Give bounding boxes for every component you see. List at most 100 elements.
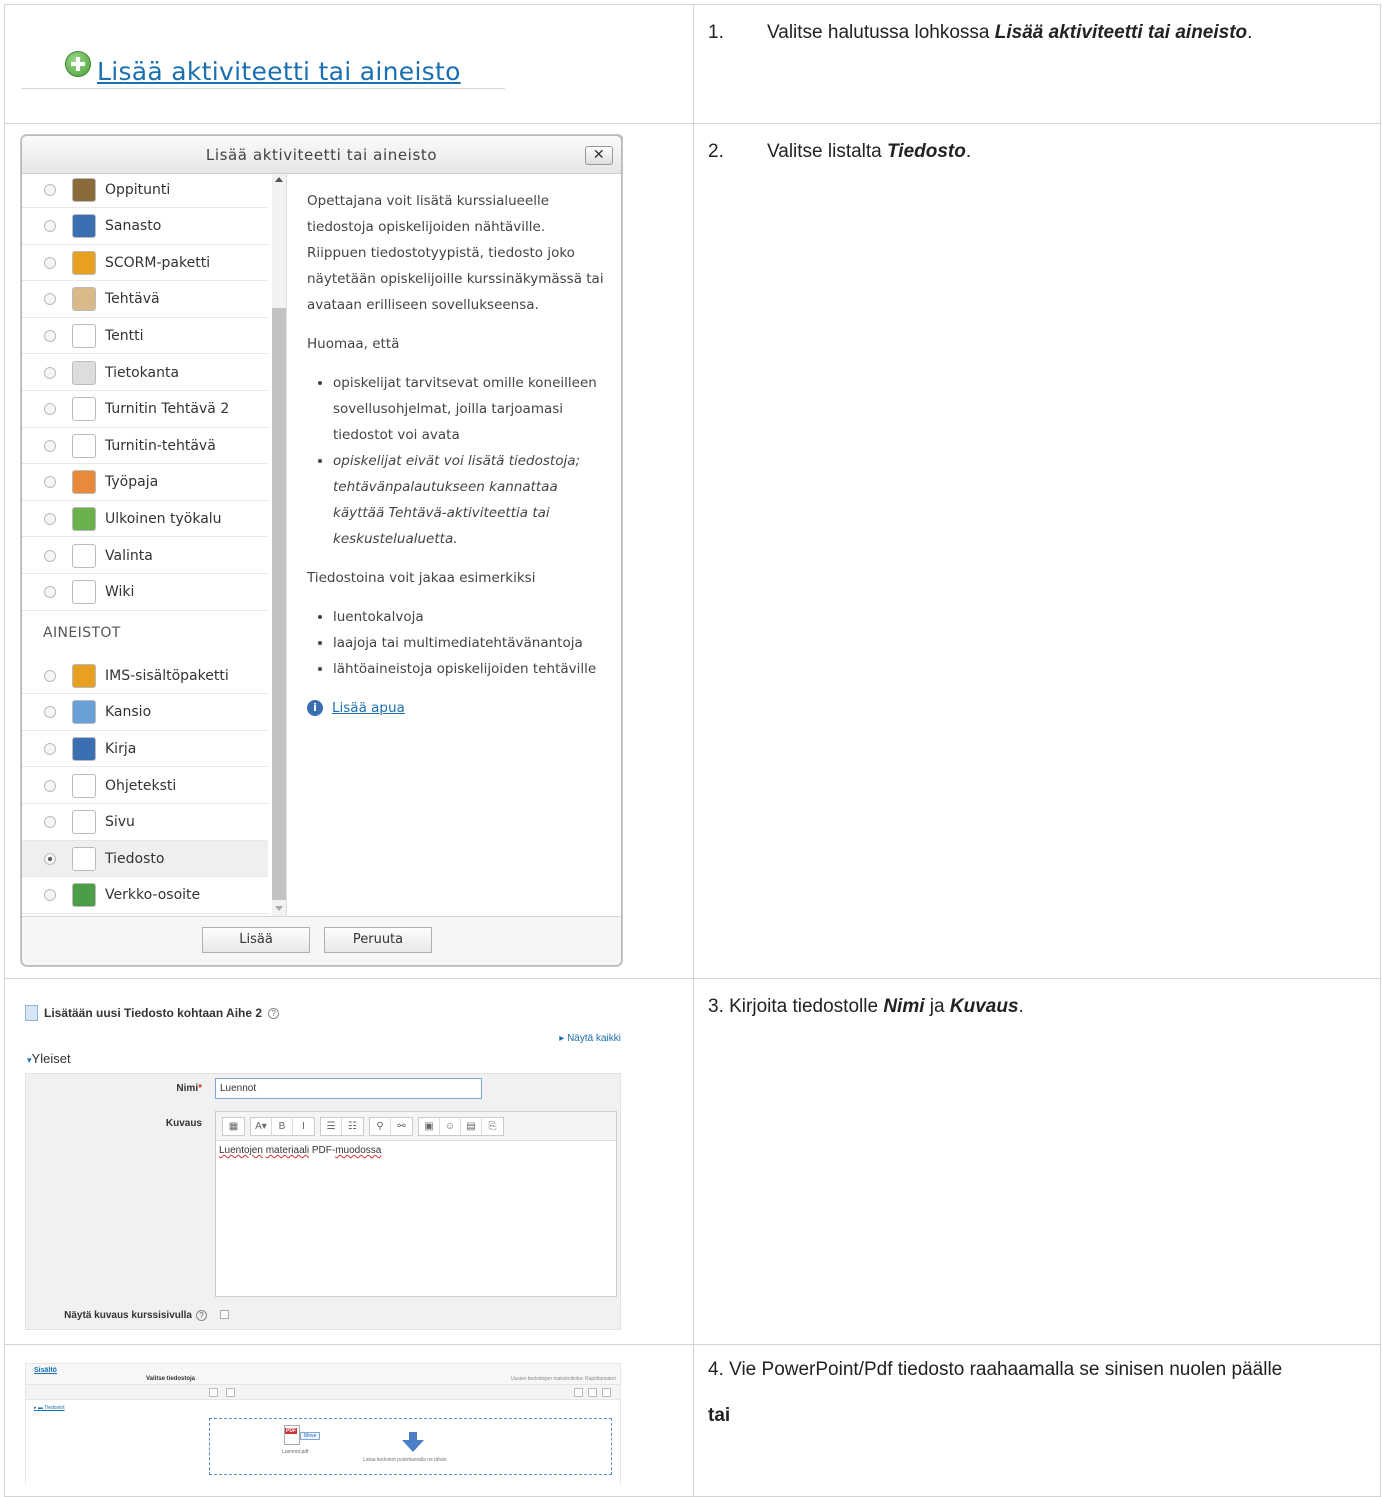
- module-radio[interactable]: [44, 549, 56, 562]
- module-radio[interactable]: [44, 669, 56, 682]
- help-icon[interactable]: ?: [196, 1310, 207, 1321]
- module-option[interactable]: Tehtävä: [22, 282, 268, 318]
- module-label: Sivu: [105, 814, 135, 831]
- file-toolbar: [26, 1385, 620, 1400]
- glossary-icon: [72, 214, 96, 239]
- module-option[interactable]: Kansio: [22, 695, 268, 731]
- module-option[interactable]: Sivu: [22, 805, 268, 841]
- toolbar-group: A▾ B I: [250, 1116, 315, 1136]
- toolbar-button[interactable]: ⚯: [391, 1118, 412, 1135]
- toolbar-button[interactable]: ☷: [342, 1118, 363, 1135]
- help-link[interactable]: i Lisää apua: [307, 695, 607, 721]
- toolbar-button[interactable]: ⚲: [370, 1117, 391, 1135]
- toolbar-button[interactable]: ☺: [440, 1117, 461, 1135]
- module-option[interactable]: Ohjeteksti: [22, 768, 268, 804]
- module-radio[interactable]: [44, 779, 56, 792]
- show-description-checkbox[interactable]: [220, 1310, 229, 1319]
- cancel-button[interactable]: Peruuta: [324, 927, 432, 953]
- module-radio[interactable]: [44, 512, 56, 525]
- module-radio[interactable]: [44, 586, 56, 599]
- module-radio[interactable]: [44, 329, 56, 342]
- turnitin-icon: [72, 397, 96, 422]
- grid-view-icon[interactable]: [574, 1388, 583, 1397]
- add-button[interactable]: Lisää: [202, 927, 310, 953]
- scrollbar-thumb[interactable]: [272, 308, 286, 900]
- module-radio[interactable]: [44, 852, 56, 865]
- toolbar-button[interactable]: I: [293, 1118, 314, 1135]
- toolbar-button[interactable]: ▤: [461, 1117, 482, 1135]
- module-option[interactable]: Wiki: [22, 575, 268, 611]
- module-option[interactable]: Kirja: [22, 731, 268, 768]
- toolbar-button[interactable]: ⎘: [482, 1118, 503, 1135]
- pdf-icon[interactable]: [284, 1425, 300, 1445]
- step-emphasis: Tiedosto: [887, 141, 966, 162]
- name-field[interactable]: Luennot: [215, 1078, 482, 1099]
- module-label: Tietokanta: [105, 364, 180, 381]
- module-option[interactable]: Tentti: [22, 318, 268, 355]
- toolbar-button[interactable]: B: [272, 1117, 293, 1135]
- help-link-label: Lisää apua: [332, 700, 405, 716]
- module-option[interactable]: Verkko-osoite: [22, 878, 268, 914]
- scroll-down-icon[interactable]: [275, 906, 283, 911]
- toolbar-button[interactable]: ▣: [419, 1117, 440, 1135]
- module-option[interactable]: SCORM-paketti: [22, 245, 268, 282]
- module-radio[interactable]: [44, 256, 56, 269]
- step-emphasis: Nimi: [883, 996, 925, 1017]
- toolbar-button[interactable]: A▾: [251, 1117, 272, 1135]
- drop-hint: Lataa tiedostot pudottamalla ne tähän: [363, 1457, 447, 1463]
- example-item: luentokalvoja: [333, 604, 607, 630]
- module-radio[interactable]: [44, 706, 56, 719]
- module-radio[interactable]: [44, 366, 56, 379]
- step-text: ja: [924, 996, 950, 1017]
- module-option[interactable]: Turnitin-tehtävä: [22, 428, 268, 465]
- desc-word: Luentojen: [219, 1145, 263, 1156]
- module-description: Opettajana voit lisätä kurssialueelle ti…: [307, 188, 607, 721]
- module-option[interactable]: Tietokanta: [22, 355, 268, 391]
- module-option[interactable]: Turnitin Tehtävä 2: [22, 392, 268, 428]
- toolbar-button[interactable]: ☰: [321, 1117, 342, 1135]
- module-option[interactable]: IMS-sisältöpaketti: [22, 658, 268, 695]
- content-section[interactable]: Sisältö: [34, 1367, 57, 1374]
- files-folder[interactable]: ▸ ▬ Tiedostot: [34, 1405, 65, 1411]
- scroll-up-icon[interactable]: [275, 177, 283, 182]
- help-icon[interactable]: ?: [268, 1007, 280, 1019]
- add-activity-row: Lisää aktiviteetti tai aineisto: [21, 50, 505, 89]
- add-file-icon[interactable]: [209, 1388, 218, 1397]
- step4-image-cell: Sisältö Valitse tiedostoja Uusien tiedos…: [4, 1344, 694, 1497]
- module-radio[interactable]: [44, 293, 56, 306]
- module-option[interactable]: Tiedosto: [22, 841, 268, 878]
- desc-paragraph: Opettajana voit lisätä kurssialueelle ti…: [307, 193, 604, 313]
- new-folder-icon[interactable]: [226, 1388, 235, 1397]
- module-option[interactable]: Työpaja: [22, 465, 268, 501]
- module-option[interactable]: Oppitunti: [22, 174, 268, 208]
- module-radio[interactable]: [44, 403, 56, 416]
- list-view-icon[interactable]: [588, 1388, 597, 1397]
- file-icon: [25, 1005, 38, 1021]
- module-radio[interactable]: [44, 439, 56, 452]
- close-button[interactable]: ✕: [585, 146, 613, 165]
- toolbar-button[interactable]: ▦: [223, 1118, 244, 1135]
- description-text[interactable]: Luentojen materiaali PDF-muodossa: [216, 1141, 616, 1160]
- resources-heading: AINEISTOT: [43, 625, 121, 642]
- module-radio[interactable]: [44, 183, 56, 196]
- general-section[interactable]: ▾Yleiset: [27, 1051, 71, 1066]
- module-option[interactable]: Ulkoinen työkalu: [22, 501, 268, 538]
- module-option[interactable]: Valinta: [22, 538, 268, 574]
- wiki-icon: [72, 580, 96, 605]
- module-radio[interactable]: [44, 816, 56, 829]
- show-all-link[interactable]: ▸ Näytä kaikki: [559, 1033, 621, 1044]
- drop-zone[interactable]: Move Luennot.pdf Lataa tiedostot pudotta…: [209, 1418, 612, 1475]
- tree-view-icon[interactable]: [602, 1388, 611, 1397]
- description-editor[interactable]: ▦ A▾ B I ☰ ☷ ⚲ ⚯ ▣ ☺ ▤ ⎘ Luentojen materiaali PDF-m…: [215, 1111, 617, 1297]
- add-activity-link[interactable]: Lisää aktiviteetti tai aineisto: [21, 50, 461, 86]
- module-radio[interactable]: [44, 889, 56, 902]
- module-option[interactable]: Sanasto: [22, 209, 268, 245]
- module-radio[interactable]: [44, 220, 56, 233]
- desc-examples-heading: Tiedostoina voit jakaa esimerkiksi: [307, 570, 536, 586]
- label-icon: [72, 773, 96, 798]
- module-radio[interactable]: [44, 476, 56, 489]
- module-radio[interactable]: [44, 742, 56, 755]
- toolbar-group: ⚲ ⚯: [369, 1116, 413, 1136]
- close-icon: ✕: [592, 147, 606, 163]
- quiz-icon: [72, 323, 96, 348]
